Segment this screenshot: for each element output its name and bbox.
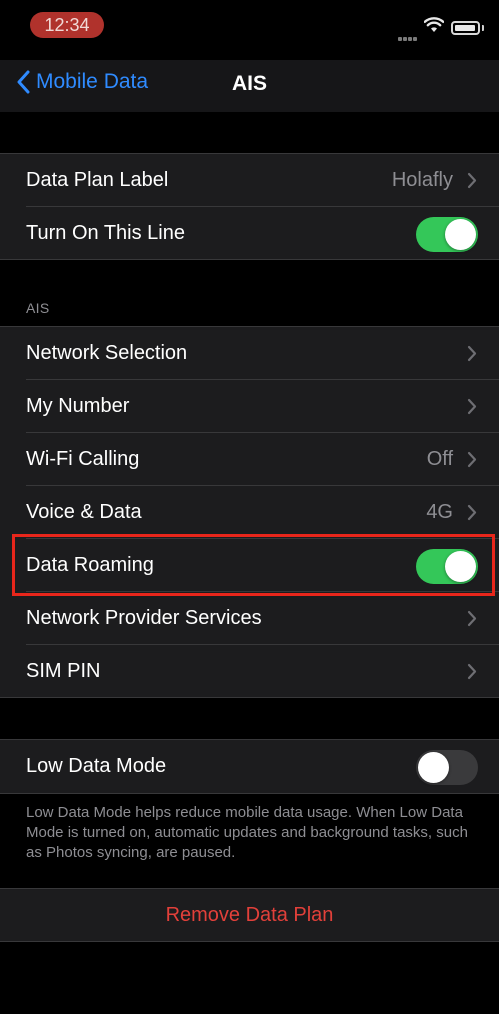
low-data-mode-label: Low Data Mode (26, 755, 167, 777)
chevron-right-icon (467, 663, 477, 680)
turn-on-line-row: Turn On This Line (0, 207, 499, 260)
plan-settings-group: Data Plan Label Holafly Turn On This Lin… (0, 153, 499, 260)
wifi-icon (423, 17, 445, 38)
cellular-signal-icon (398, 28, 418, 46)
network-provider-services-label: Network Provider Services (26, 607, 262, 629)
voice-data-label: Voice & Data (26, 501, 142, 523)
voice-data-value: 4G (426, 501, 453, 523)
my-number-label: My Number (26, 395, 130, 417)
network-provider-services-row[interactable]: Network Provider Services (0, 592, 499, 645)
chevron-right-icon (467, 345, 477, 362)
battery-tip (482, 25, 484, 31)
turn-on-line-toggle[interactable] (416, 217, 478, 252)
highlight-box (12, 534, 495, 596)
wifi-calling-label: Wi-Fi Calling (26, 448, 140, 470)
turn-on-line-label: Turn On This Line (26, 222, 185, 244)
data-plan-label-row[interactable]: Data Plan Label Holafly (0, 154, 499, 207)
my-number-row[interactable]: My Number (0, 380, 499, 433)
chevron-right-icon (467, 504, 477, 521)
network-selection-label: Network Selection (26, 342, 188, 364)
page-title: AIS (231, 72, 267, 95)
ais-settings-group: Network Selection My Number Wi-Fi Callin… (0, 326, 499, 698)
remove-plan-group: Remove Data Plan (0, 888, 499, 942)
data-plan-label-label: Data Plan Label (26, 169, 169, 191)
low-data-mode-row: Low Data Mode (0, 740, 499, 793)
low-data-footnote: Low Data Mode helps reduce mobile data u… (26, 804, 468, 861)
wifi-calling-row[interactable]: Wi-Fi Calling Off (0, 433, 499, 486)
sim-pin-label: SIM PIN (26, 660, 101, 682)
battery-icon (451, 21, 480, 35)
chevron-right-icon (467, 172, 477, 189)
network-selection-row[interactable]: Network Selection (0, 327, 499, 380)
status-time: 12:34 (30, 12, 104, 38)
data-plan-label-value: Holafly (391, 169, 453, 191)
wifi-calling-value: Off (426, 448, 453, 470)
low-data-mode-toggle[interactable] (416, 750, 478, 785)
chevron-right-icon (467, 451, 477, 468)
sim-pin-row[interactable]: SIM PIN (0, 645, 499, 698)
chevron-right-icon (467, 398, 477, 415)
low-data-group: Low Data Mode (0, 739, 499, 794)
chevron-right-icon (467, 610, 477, 627)
section-header-ais: AIS (26, 300, 50, 316)
remove-data-plan-button[interactable]: Remove Data Plan (0, 889, 499, 941)
voice-data-row[interactable]: Voice & Data 4G (0, 486, 499, 539)
